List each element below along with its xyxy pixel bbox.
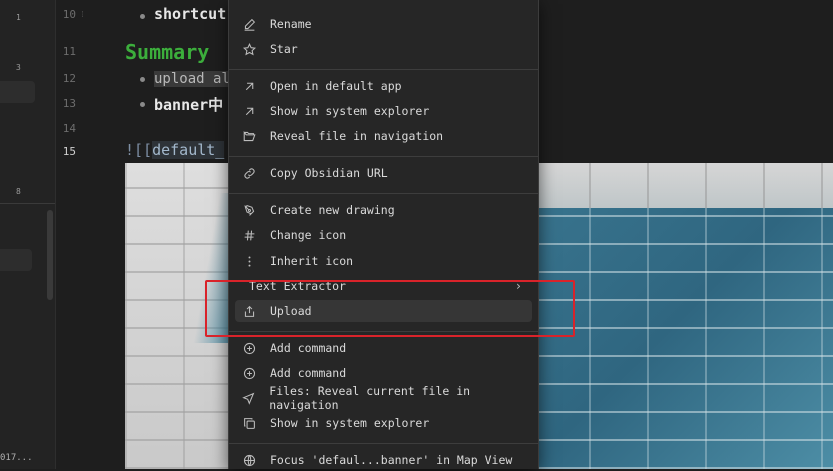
menu-item-label: Upload <box>270 304 312 318</box>
menu-item-show-system-explorer-2[interactable]: Show in system explorer <box>235 412 532 434</box>
line-number: 11 <box>62 45 76 58</box>
menu-item-show-system-explorer[interactable]: Show in system explorer <box>235 100 532 122</box>
plus-circle-icon <box>242 341 256 355</box>
fold-handle[interactable]: ⁞ <box>80 10 85 20</box>
navigation-icon <box>242 391 255 405</box>
menu-separator <box>229 156 538 157</box>
arrow-up-right-icon <box>242 104 256 118</box>
menu-item-label: Focus 'defaul...banner' in Map View <box>270 453 513 467</box>
menu-item-label: Add command <box>270 366 347 380</box>
folder-open-icon <box>242 129 256 143</box>
menu-item-label: Show in system explorer <box>270 416 430 430</box>
menu-separator <box>229 193 538 194</box>
menu-item-reveal-file[interactable]: Reveal file in navigation <box>235 125 532 147</box>
embed-link[interactable]: ![[default_ <box>125 141 225 159</box>
menu-item-upload[interactable]: Upload <box>235 300 532 322</box>
left-sidebar: 1 3 8 017... <box>0 0 56 469</box>
context-menu: Rename Star Open in default app Show in … <box>228 0 539 469</box>
menu-item-label: Create new drawing <box>270 203 395 217</box>
menu-item-label: Change icon <box>270 228 347 242</box>
sidebar-footer-text: 017... <box>0 453 33 463</box>
copy-icon <box>242 416 256 430</box>
menu-item-create-new-drawing[interactable]: Create new drawing <box>235 199 532 221</box>
menu-item-label: Show in system explorer <box>270 104 430 118</box>
plus-circle-icon <box>242 366 256 380</box>
heading-summary[interactable]: Summary <box>125 40 209 64</box>
menu-item-add-command[interactable]: Add command <box>235 362 532 384</box>
editor-line-text[interactable]: shortcut <box>154 5 226 23</box>
sidebar-item[interactable] <box>0 249 32 271</box>
menu-item-label: Add command <box>270 341 347 355</box>
menu-item-label: Rename <box>270 17 312 31</box>
sidebar-divider <box>0 203 55 204</box>
list-bullet <box>140 102 145 107</box>
list-bullet <box>140 77 145 82</box>
menu-separator <box>229 69 538 70</box>
menu-item-change-icon[interactable]: Change icon <box>235 224 532 246</box>
sidebar-number: 8 <box>16 187 21 196</box>
menu-separator <box>229 443 538 444</box>
menu-item-label: Inherit icon <box>270 254 354 268</box>
link-icon <box>242 166 256 180</box>
menu-item-open-default-app[interactable]: Open in default app <box>235 75 532 97</box>
menu-item-files-reveal[interactable]: Files: Reveal current file in navigation <box>235 384 532 412</box>
sidebar-scrollbar[interactable] <box>47 210 53 300</box>
sidebar-item[interactable] <box>0 81 35 103</box>
pencil-icon <box>242 17 256 31</box>
menu-item-label: Copy Obsidian URL <box>270 166 388 180</box>
menu-item-star[interactable]: Star <box>235 38 532 60</box>
chevron-right-icon: › <box>514 279 522 293</box>
menu-item-text-extractor[interactable]: Text Extractor › <box>235 275 532 297</box>
editor-line-text[interactable]: upload al <box>154 69 230 87</box>
line-number: 10 <box>62 8 76 21</box>
vertical-dots-icon <box>242 254 256 268</box>
menu-item-label: Reveal file in navigation <box>270 129 444 143</box>
sidebar-number: 3 <box>16 63 21 72</box>
line-number: 13 <box>62 97 76 110</box>
hash-icon <box>242 228 256 242</box>
line-number: 12 <box>62 72 76 85</box>
inline-code: upload al <box>154 71 230 87</box>
menu-item-focus-map-view[interactable]: Focus 'defaul...banner' in Map View <box>235 449 532 471</box>
sidebar-number: 1 <box>16 13 21 22</box>
menu-item-add-command[interactable]: Add command <box>235 337 532 359</box>
menu-item-label: Star <box>270 42 298 56</box>
menu-item-copy-obsidian-url[interactable]: Copy Obsidian URL <box>235 162 532 184</box>
embed-link-text: default_ <box>152 141 225 159</box>
embed-prefix: ![[ <box>125 141 153 159</box>
menu-item-label: Text Extractor <box>249 279 346 293</box>
line-number: 14 <box>62 122 76 135</box>
list-bullet <box>140 14 145 19</box>
star-icon <box>242 42 256 56</box>
menu-item-label: Files: Reveal current file in navigation <box>269 384 471 412</box>
menu-item-inherit-icon[interactable]: Inherit icon <box>235 250 532 272</box>
arrow-up-right-icon <box>242 79 256 93</box>
editor-line-text[interactable]: banner中 <box>154 94 223 115</box>
menu-item-label: Open in default app <box>270 79 402 93</box>
pen-tool-icon <box>242 203 256 217</box>
share-icon <box>242 304 256 318</box>
menu-separator <box>229 331 538 332</box>
menu-item-rename[interactable]: Rename <box>235 13 532 35</box>
globe-icon <box>242 453 256 467</box>
line-number-active: 15 <box>62 145 76 158</box>
